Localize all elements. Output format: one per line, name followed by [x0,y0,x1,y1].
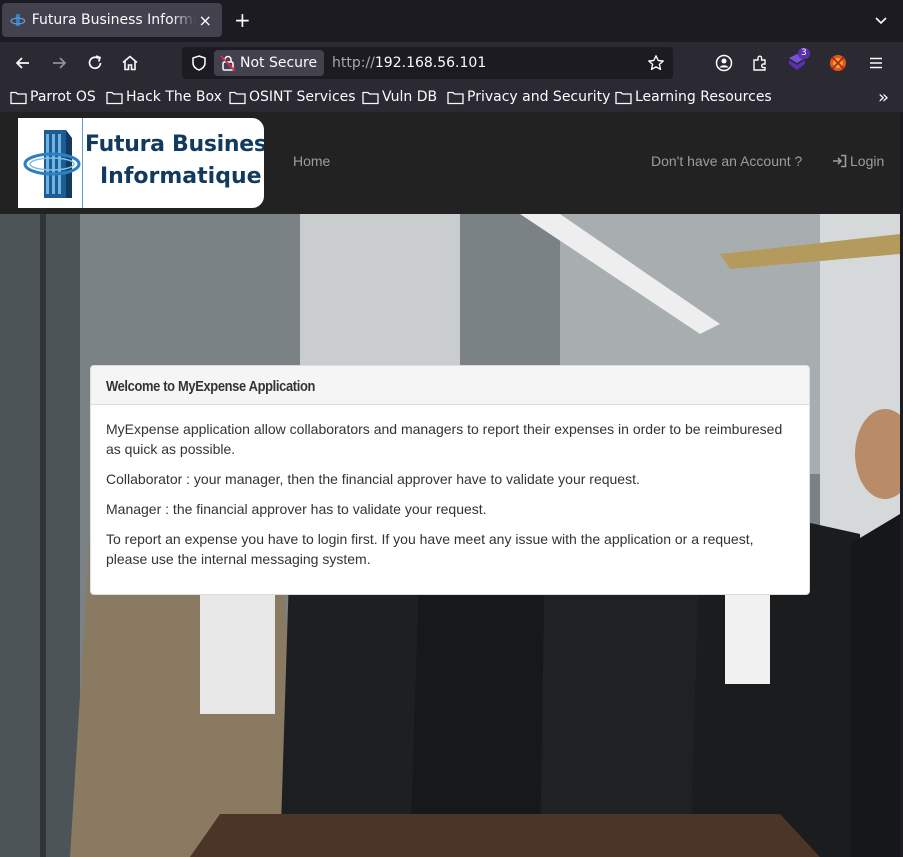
hero-background-photo: Welcome to MyExpense Application MyExpen… [0,214,900,857]
welcome-panel: Welcome to MyExpense Application MyExpen… [90,365,810,595]
folder-icon [615,91,632,104]
browser-tab-bar: Futura Business Informatique × + [0,0,903,42]
url-protocol: http:// [332,55,375,71]
site-navbar: Futura Business Informatique Home Don't … [0,112,900,214]
welcome-paragraph: Manager : the financial approver has to … [106,501,487,517]
nav-home-link[interactable]: Home [293,153,330,169]
bookmark-label: Learning Resources [635,89,772,105]
bookmark-folder-osint-services[interactable]: OSINT Services [229,89,356,105]
bookmark-label: Hack The Box [126,89,222,105]
extension-button[interactable]: 3 [786,48,810,75]
bookmark-folder-learning-resources[interactable]: Learning Resources [615,89,772,105]
folder-icon [10,91,27,104]
back-arrow-icon[interactable] [13,53,33,73]
web-page: Futura Business Informatique Home Don't … [0,112,900,857]
folder-icon [362,91,379,104]
welcome-paragraph: To report an expense you have to login f… [106,531,754,567]
welcome-panel-body: MyExpense application allow collaborator… [91,405,809,594]
welcome-paragraph: MyExpense application allow collaborator… [106,421,783,457]
welcome-panel-heading: Welcome to MyExpense Application [91,366,809,405]
tab-close-icon[interactable]: × [196,11,214,30]
site-security-indicator[interactable]: Not Secure [214,50,324,76]
nav-signup-link[interactable]: Don't have an Account ? [651,153,802,169]
company-logo[interactable]: Futura Business Informatique [18,118,264,208]
bookmarks-overflow-button[interactable]: » [878,89,889,107]
building-logo-icon [23,130,81,198]
home-icon[interactable] [120,53,140,73]
tab-list-chevron-icon[interactable] [873,12,889,28]
logo-divider [82,118,83,208]
foxyproxy-icon[interactable] [828,53,848,73]
logo-text-line2: Informatique [100,164,262,189]
extensions-puzzle-icon[interactable] [750,53,770,73]
favicon-icon [10,14,26,26]
url-host: 192.168.56.101 [374,55,487,71]
bookmark-label: Parrot OS [30,89,96,105]
login-label: Login [850,153,885,169]
reload-icon[interactable] [85,53,105,73]
hamburger-menu-icon[interactable] [866,53,886,73]
logo-text-line1: Futura Business [85,132,264,157]
welcome-panel-title: Welcome to MyExpense Application [106,378,316,395]
bookmark-folder-parrot-os[interactable]: Parrot OS [10,89,96,105]
browser-toolbar: Not Secure http://192.168.56.101 3 [0,42,903,84]
welcome-paragraph: Collaborator : your manager, then the fi… [106,471,640,487]
forward-arrow-icon[interactable] [49,53,69,73]
login-icon [833,154,847,168]
folder-icon [447,91,464,104]
browser-tab[interactable]: Futura Business Informatique × [2,3,222,37]
bookmark-label: Vuln DB [382,89,438,105]
folder-icon [229,91,246,104]
bookmark-label: Privacy and Security [467,89,611,105]
account-icon[interactable] [714,53,734,73]
bookmark-folder-privacy-and-security[interactable]: Privacy and Security [447,89,610,105]
url-bar[interactable]: Not Secure http://192.168.56.101 [182,47,673,79]
tab-title: Futura Business Informatique [31,12,197,28]
bookmark-star-icon[interactable] [647,54,665,72]
bookmarks-toolbar: Parrot OS Hack The Box OSINT Services Vu… [0,84,903,112]
new-tab-button[interactable]: + [234,9,251,31]
bookmark-folder-hack-the-box[interactable]: Hack The Box [106,89,222,105]
url-text[interactable]: http://192.168.56.101 [332,55,486,71]
security-label: Not Secure [240,55,318,71]
insecure-lock-icon [220,55,236,72]
tracking-shield-icon[interactable] [190,54,208,72]
extension-badge: 3 [798,48,810,59]
bookmark-folder-vuln-db[interactable]: Vuln DB [362,89,437,105]
bookmark-label: OSINT Services [249,89,356,105]
nav-login-link[interactable]: Login [832,153,884,169]
folder-icon [106,91,123,104]
